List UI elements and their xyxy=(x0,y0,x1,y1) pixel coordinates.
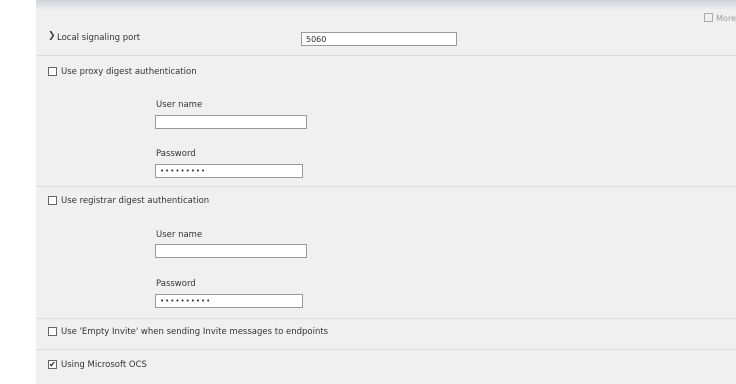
proxy-username-label: User name xyxy=(156,100,203,110)
registrar-auth-checkbox[interactable] xyxy=(48,196,57,205)
proxy-auth-checkbox[interactable] xyxy=(48,67,57,76)
port-label: Local signaling port xyxy=(57,33,141,43)
divider xyxy=(36,349,736,350)
registrar-password-input[interactable] xyxy=(155,294,303,308)
registrar-auth-label: Use registrar digest authentication xyxy=(61,196,210,206)
left-margin xyxy=(0,0,36,384)
registrar-password-label: Password xyxy=(156,279,196,289)
more-icon xyxy=(704,13,714,22)
empty-invite-checkbox[interactable] xyxy=(48,327,57,336)
proxy-password-label: Password xyxy=(156,149,196,159)
registrar-username-label: User name xyxy=(156,230,203,240)
more-label: More xyxy=(716,14,736,23)
proxy-auth-label: Use proxy digest authentication xyxy=(61,67,197,77)
proxy-password-input[interactable] xyxy=(155,164,303,178)
proxy-username-input[interactable] xyxy=(155,115,307,129)
divider xyxy=(36,318,736,319)
divider xyxy=(36,55,736,56)
expand-arrow-icon[interactable]: ❯ xyxy=(48,31,56,41)
divider xyxy=(36,186,736,187)
top-bar xyxy=(36,0,736,9)
empty-invite-label: Use 'Empty Invite' when sending Invite m… xyxy=(61,327,329,337)
port-input[interactable] xyxy=(301,32,457,46)
registrar-username-input[interactable] xyxy=(155,244,307,258)
ocs-checkbox[interactable]: ✔ xyxy=(48,360,57,369)
more-link[interactable]: More xyxy=(704,13,736,23)
ocs-label: Using Microsoft OCS xyxy=(61,360,147,370)
